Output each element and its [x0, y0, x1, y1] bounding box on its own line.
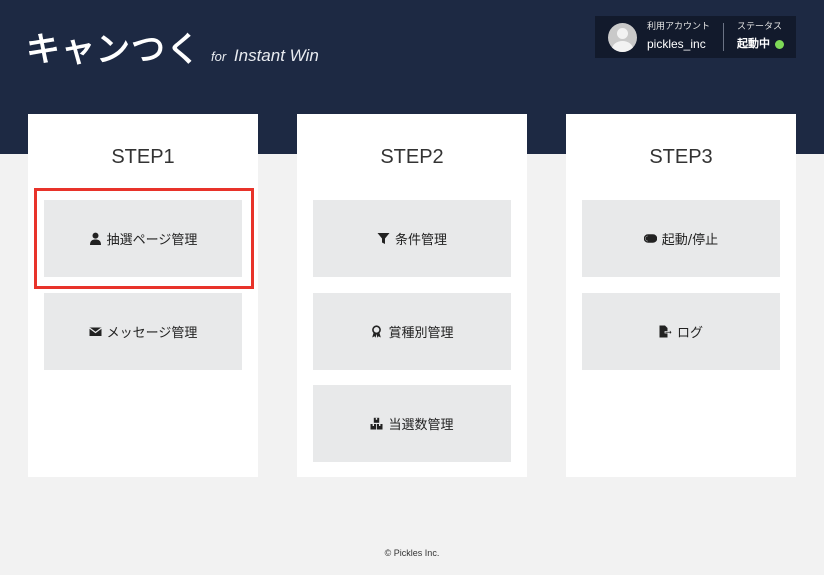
winner-count-management-button[interactable]: 当選数管理: [313, 385, 511, 462]
condition-management-label: 条件管理: [394, 233, 447, 248]
account-label: 利用アカウント: [647, 22, 711, 32]
start-stop-button[interactable]: 起動/停止: [582, 200, 780, 277]
step3-card: STEP3 起動/停止 ログ: [566, 114, 796, 477]
message-management-label: メッセージ管理: [106, 326, 198, 341]
account-panel: 利用アカウント pickles_inc ステータス 起動中: [595, 16, 796, 58]
prize-type-management-label: 賞種別管理: [388, 326, 454, 341]
log-label: ログ: [676, 326, 703, 341]
status-indicator-icon: [775, 39, 784, 49]
app-logo[interactable]: キャンつく for Instant Win: [26, 22, 319, 71]
toggle-icon: [643, 234, 657, 243]
footer-copyright: © Pickles Inc.: [384, 548, 440, 558]
account-info: 利用アカウント pickles_inc: [647, 22, 711, 52]
step3-title: STEP3: [649, 146, 713, 168]
message-management-button[interactable]: メッセージ管理: [44, 293, 242, 370]
log-button[interactable]: ログ: [582, 293, 780, 370]
status-panel: ステータス 起動中: [737, 22, 784, 52]
account-name: pickles_inc: [647, 37, 706, 51]
award-icon: [372, 325, 382, 338]
step1-title: STEP1: [111, 146, 175, 168]
logo-title: キャンつく: [26, 30, 201, 70]
step2-card: STEP2 条件管理 賞種別管理 当選数管理: [297, 114, 527, 477]
lottery-page-management-button[interactable]: 抽選ページ管理: [44, 200, 242, 277]
prize-type-management-button[interactable]: 賞種別管理: [313, 293, 511, 370]
lottery-page-management-label: 抽選ページ管理: [106, 233, 198, 248]
status-value: 起動中: [737, 37, 770, 50]
logo-instant-win: Instant Win: [233, 46, 319, 65]
status-label: ステータス: [737, 22, 783, 32]
export-icon: [659, 325, 672, 338]
boxes-icon: [370, 417, 383, 430]
envelope-icon: [88, 327, 102, 336]
step1-card: STEP1 抽選ページ管理 メッセージ管理: [28, 114, 258, 477]
start-stop-label: 起動/停止: [661, 233, 719, 248]
account-divider: [723, 23, 724, 51]
logo-subtitle: for Instant Win: [211, 46, 319, 66]
condition-management-button[interactable]: 条件管理: [313, 200, 511, 277]
filter-icon: [377, 233, 390, 244]
winner-count-management-label: 当選数管理: [388, 418, 454, 433]
user-icon: [89, 232, 101, 245]
step2-title: STEP2: [380, 146, 444, 168]
avatar[interactable]: [608, 22, 637, 52]
logo-for: for: [211, 49, 227, 64]
